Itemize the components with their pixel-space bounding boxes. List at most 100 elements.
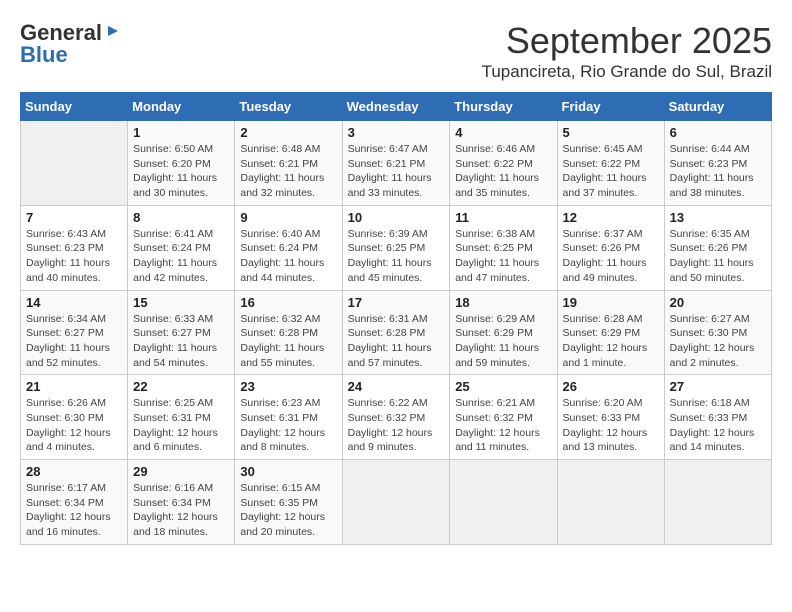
day-detail: Sunrise: 6:43 AMSunset: 6:23 PMDaylight:… [26,227,122,286]
calendar-cell: 30 Sunrise: 6:15 AMSunset: 6:35 PMDayligh… [235,460,342,545]
day-detail: Sunrise: 6:23 AMSunset: 6:31 PMDaylight:… [240,396,336,455]
day-number: 6 [670,125,766,140]
calendar-cell: 12 Sunrise: 6:37 AMSunset: 6:26 PMDayligh… [557,205,664,290]
day-number: 4 [455,125,551,140]
calendar-cell: 17 Sunrise: 6:31 AMSunset: 6:28 PMDayligh… [342,290,450,375]
day-number: 9 [240,210,336,225]
day-detail: Sunrise: 6:20 AMSunset: 6:33 PMDaylight:… [563,396,659,455]
day-number: 21 [26,379,122,394]
calendar-table: SundayMondayTuesdayWednesdayThursdayFrid… [20,92,772,545]
day-number: 20 [670,295,766,310]
day-number: 17 [348,295,445,310]
calendar-cell [557,460,664,545]
day-number: 18 [455,295,551,310]
day-detail: Sunrise: 6:37 AMSunset: 6:26 PMDaylight:… [563,227,659,286]
day-detail: Sunrise: 6:15 AMSunset: 6:35 PMDaylight:… [240,481,336,540]
day-number: 11 [455,210,551,225]
calendar-title: September 2025 [482,20,772,62]
calendar-cell: 9 Sunrise: 6:40 AMSunset: 6:24 PMDaylight… [235,205,342,290]
day-detail: Sunrise: 6:27 AMSunset: 6:30 PMDaylight:… [670,312,766,371]
calendar-cell: 28Sunrise: 6:17 AMSunset: 6:34 PMDayligh… [21,460,128,545]
week-row-1: 1Sunrise: 6:50 AMSunset: 6:20 PMDaylight… [21,121,772,206]
calendar-cell: 16Sunrise: 6:32 AMSunset: 6:28 PMDayligh… [235,290,342,375]
header-friday: Friday [557,93,664,121]
day-detail: Sunrise: 6:22 AMSunset: 6:32 PMDaylight:… [348,396,445,455]
day-detail: Sunrise: 6:18 AMSunset: 6:33 PMDaylight:… [670,396,766,455]
day-detail: Sunrise: 6:33 AMSunset: 6:27 PMDaylight:… [133,312,229,371]
day-number: 26 [563,379,659,394]
day-number: 12 [563,210,659,225]
calendar-cell [21,121,128,206]
calendar-cell: 1Sunrise: 6:50 AMSunset: 6:20 PMDaylight… [128,121,235,206]
day-number: 24 [348,379,445,394]
calendar-cell: 29 Sunrise: 6:16 AMSunset: 6:34 PMDayligh… [128,460,235,545]
day-detail: Sunrise: 6:47 AMSunset: 6:21 PMDaylight:… [348,142,445,201]
day-number: 29 [133,464,229,479]
day-detail: Sunrise: 6:25 AMSunset: 6:31 PMDaylight:… [133,396,229,455]
logo: General Blue [20,20,122,68]
header-row: SundayMondayTuesdayWednesdayThursdayFrid… [21,93,772,121]
header-sunday: Sunday [21,93,128,121]
calendar-cell: 18 Sunrise: 6:29 AMSunset: 6:29 PMDayligh… [450,290,557,375]
header-thursday: Thursday [450,93,557,121]
calendar-cell: 7Sunrise: 6:43 AMSunset: 6:23 PMDaylight… [21,205,128,290]
day-number: 25 [455,379,551,394]
day-detail: Sunrise: 6:31 AMSunset: 6:28 PMDaylight:… [348,312,445,371]
header-tuesday: Tuesday [235,93,342,121]
calendar-cell: 11 Sunrise: 6:38 AMSunset: 6:25 PMDayligh… [450,205,557,290]
calendar-cell: 27 Sunrise: 6:18 AMSunset: 6:33 PMDayligh… [664,375,771,460]
calendar-cell: 3 Sunrise: 6:47 AMSunset: 6:21 PMDaylight… [342,121,450,206]
day-detail: Sunrise: 6:28 AMSunset: 6:29 PMDaylight:… [563,312,659,371]
day-number: 5 [563,125,659,140]
header-saturday: Saturday [664,93,771,121]
week-row-4: 21 Sunrise: 6:26 AMSunset: 6:30 PMDayligh… [21,375,772,460]
day-detail: Sunrise: 6:34 AMSunset: 6:27 PMDaylight:… [26,312,122,371]
calendar-cell: 26 Sunrise: 6:20 AMSunset: 6:33 PMDayligh… [557,375,664,460]
day-detail: Sunrise: 6:48 AMSunset: 6:21 PMDaylight:… [240,142,336,201]
day-number: 27 [670,379,766,394]
day-number: 23 [240,379,336,394]
day-number: 14 [26,295,122,310]
calendar-cell: 21 Sunrise: 6:26 AMSunset: 6:30 PMDayligh… [21,375,128,460]
calendar-cell: 22 Sunrise: 6:25 AMSunset: 6:31 PMDayligh… [128,375,235,460]
day-number: 19 [563,295,659,310]
day-detail: Sunrise: 6:26 AMSunset: 6:30 PMDaylight:… [26,396,122,455]
day-detail: Sunrise: 6:45 AMSunset: 6:22 PMDaylight:… [563,142,659,201]
day-number: 10 [348,210,445,225]
week-row-3: 14 Sunrise: 6:34 AMSunset: 6:27 PMDayligh… [21,290,772,375]
calendar-cell: 5 Sunrise: 6:45 AMSunset: 6:22 PMDaylight… [557,121,664,206]
day-number: 15 [133,295,229,310]
calendar-cell [342,460,450,545]
day-detail: Sunrise: 6:50 AMSunset: 6:20 PMDaylight:… [133,142,229,201]
day-number: 8 [133,210,229,225]
day-number: 16 [240,295,336,310]
day-number: 2 [240,125,336,140]
calendar-cell: 15 Sunrise: 6:33 AMSunset: 6:27 PMDayligh… [128,290,235,375]
calendar-cell [450,460,557,545]
calendar-subtitle: Tupancireta, Rio Grande do Sul, Brazil [482,62,772,82]
week-row-5: 28Sunrise: 6:17 AMSunset: 6:34 PMDayligh… [21,460,772,545]
calendar-cell: 25 Sunrise: 6:21 AMSunset: 6:32 PMDayligh… [450,375,557,460]
day-number: 13 [670,210,766,225]
day-number: 30 [240,464,336,479]
day-detail: Sunrise: 6:17 AMSunset: 6:34 PMDaylight:… [26,481,122,540]
day-detail: Sunrise: 6:40 AMSunset: 6:24 PMDaylight:… [240,227,336,286]
calendar-cell: 23 Sunrise: 6:23 AMSunset: 6:31 PMDayligh… [235,375,342,460]
day-detail: Sunrise: 6:39 AMSunset: 6:25 PMDaylight:… [348,227,445,286]
title-block: September 2025 Tupancireta, Rio Grande d… [482,20,772,82]
day-number: 22 [133,379,229,394]
calendar-cell: 19 Sunrise: 6:28 AMSunset: 6:29 PMDayligh… [557,290,664,375]
day-detail: Sunrise: 6:21 AMSunset: 6:32 PMDaylight:… [455,396,551,455]
day-detail: Sunrise: 6:29 AMSunset: 6:29 PMDaylight:… [455,312,551,371]
calendar-cell: 6 Sunrise: 6:44 AMSunset: 6:23 PMDaylight… [664,121,771,206]
calendar-cell: 24 Sunrise: 6:22 AMSunset: 6:32 PMDayligh… [342,375,450,460]
logo-blue: Blue [20,42,68,68]
day-detail: Sunrise: 6:46 AMSunset: 6:22 PMDaylight:… [455,142,551,201]
day-detail: Sunrise: 6:38 AMSunset: 6:25 PMDaylight:… [455,227,551,286]
day-detail: Sunrise: 6:44 AMSunset: 6:23 PMDaylight:… [670,142,766,201]
day-detail: Sunrise: 6:16 AMSunset: 6:34 PMDaylight:… [133,481,229,540]
calendar-cell: 4 Sunrise: 6:46 AMSunset: 6:22 PMDaylight… [450,121,557,206]
day-detail: Sunrise: 6:41 AMSunset: 6:24 PMDaylight:… [133,227,229,286]
day-number: 3 [348,125,445,140]
calendar-cell: 13Sunrise: 6:35 AMSunset: 6:26 PMDayligh… [664,205,771,290]
